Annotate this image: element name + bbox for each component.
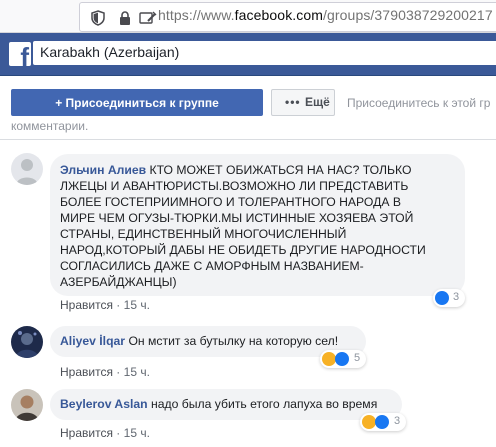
join-group-label: Присоединиться к группе — [65, 96, 219, 110]
more-label: Ещё — [305, 95, 330, 109]
like-link[interactable]: Нравится — [60, 298, 113, 312]
comment-bubble: Aliyev İlqar Он мстит за бутылку на кото… — [50, 326, 366, 357]
reaction-count: 5 — [354, 352, 361, 364]
avatar[interactable] — [11, 326, 43, 358]
comment-text-line: АЗЕРБАЙДЖАНЦЫ) — [60, 275, 177, 289]
url-text[interactable]: https://www.facebook.com/groups/37903872… — [158, 7, 493, 23]
facebook-header: f Karabakh (Azerbaijan) — [0, 33, 496, 76]
comment-text: Он мстит за бутылку на которую сел! — [128, 334, 339, 348]
url-prefix: https://www. — [158, 7, 235, 23]
like-link[interactable]: Нравится — [60, 365, 113, 379]
default-avatar-icon — [11, 153, 43, 185]
user-photo-icon — [11, 389, 43, 421]
like-reaction-icon — [335, 352, 349, 366]
comment-author-link[interactable]: Aliyev İlqar — [60, 334, 125, 348]
reaction-count: 3 — [453, 291, 460, 303]
meta-separator: · — [116, 426, 121, 440]
meta-separator: · — [116, 365, 121, 379]
comment-text-line: СОГЛАСИЛИСЬ ДАЖЕ С АМОРФНЫМ НАЗВАНИЕМ- — [60, 259, 364, 273]
comment-timestamp[interactable]: 15 ч. — [124, 426, 150, 440]
join-hint-text: Присоединитесь к этой гр — [347, 96, 491, 110]
reaction-summary[interactable]: 5 — [320, 350, 366, 368]
search-value: Karabakh (Azerbaijan) — [40, 44, 180, 60]
shield-icon[interactable] — [90, 10, 106, 26]
haha-reaction-icon — [322, 352, 336, 366]
more-dots-icon: ••• — [285, 95, 301, 109]
comment-text-line: СТРАНЫ, ЕДИНСТВЕННЫЙ МНОГОЧИСЛЕННЫЙ — [60, 227, 347, 241]
like-reaction-icon — [435, 291, 449, 305]
browser-toolbar: https://www.facebook.com/groups/37903872… — [0, 0, 496, 33]
comment-meta: Нравится · 15 ч. — [60, 298, 150, 312]
search-input[interactable]: Karabakh (Azerbaijan) — [33, 41, 496, 65]
comment-text-line: КТО МОЖЕТ ОБИЖАТЬСЯ НА НАС? ТОЛЬКО — [149, 163, 412, 177]
comment-timestamp[interactable]: 15 ч. — [124, 298, 150, 312]
comments-hint-text: комментарии. — [11, 119, 89, 133]
comment-author-link[interactable]: Эльчин Алиев — [60, 163, 146, 177]
comment-author-link[interactable]: Beylerov Aslan — [60, 397, 148, 411]
comment-bubble: Beylerov Aslan надо была убить етого лап… — [50, 389, 402, 420]
reaction-count: 3 — [394, 415, 401, 427]
comment-meta: Нравится · 15 ч. — [60, 365, 150, 379]
avatar[interactable] — [11, 153, 43, 185]
comment-text: надо была убить етого лапуха во время — [151, 397, 378, 411]
comment-meta: Нравится · 15 ч. — [60, 426, 150, 440]
meta-separator: · — [116, 298, 121, 312]
haha-reaction-icon — [362, 415, 376, 429]
facebook-logo-glyph: f — [20, 42, 29, 72]
like-link[interactable]: Нравится — [60, 426, 113, 440]
more-button[interactable]: ••• Ещё — [271, 89, 335, 116]
permissions-icon[interactable] — [139, 10, 157, 26]
like-reaction-icon — [375, 415, 389, 429]
reaction-summary[interactable]: 3 — [360, 413, 406, 431]
facebook-logo[interactable]: f — [9, 42, 31, 70]
url-domain: facebook.com — [234, 7, 324, 23]
comment-text-line: ЛЖЕЦЫ И АВАНТЮРИСТЫ.ВОЗМОЖНО ЛИ ПРЕДСТАВ… — [60, 179, 409, 193]
avatar[interactable] — [11, 389, 43, 421]
comment-text-line: МИРЕ ЧЕМ ОГУЗЫ-ТЮРКИ.МЫ ИСТИННЫЕ ХОЗЯЕВА… — [60, 211, 414, 225]
comment-text-line: БОЛЕЕ ГОСТЕПРИИМНОГО И ТОЛЕРАНТНОГО НАРО… — [60, 195, 401, 209]
user-photo-icon — [11, 326, 43, 358]
url-path: /groups/379038729200217 — [323, 7, 493, 23]
comment-bubble: Эльчин Алиев КТО МОЖЕТ ОБИЖАТЬСЯ НА НАС?… — [50, 154, 465, 296]
plus-icon: + — [55, 96, 63, 110]
lock-icon[interactable] — [117, 10, 133, 26]
section-divider — [0, 139, 496, 140]
reaction-summary[interactable]: 3 — [433, 289, 465, 307]
comment-text-line: НАРОД,КОТОРЫЙ ДАБЫ НЕ ОБИДЕТЬ ДРУГИЕ НАР… — [60, 243, 426, 257]
join-group-button[interactable]: + Присоединиться к группе — [11, 89, 263, 116]
comment-timestamp[interactable]: 15 ч. — [124, 365, 150, 379]
